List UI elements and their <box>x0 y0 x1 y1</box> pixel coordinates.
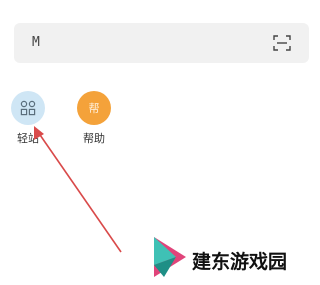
shortcut-bangzhu[interactable]: 帮 帮助 <box>74 91 114 146</box>
shortcut-qingzhan-label: 轻站 <box>17 132 39 145</box>
screen: M 轻站 帮 帮助 建东游戏园 <box>0 0 320 285</box>
qingzhan-icon-circle[interactable] <box>11 91 45 125</box>
watermark: 建东游戏园 <box>150 235 315 280</box>
help-icon-text: 帮 <box>88 102 100 115</box>
scan-icon[interactable] <box>273 34 291 52</box>
watermark-text: 建东游戏园 <box>192 251 288 273</box>
help-icon[interactable]: 帮 <box>77 91 111 125</box>
watermark-logo <box>154 237 186 277</box>
grid-icon <box>20 100 36 116</box>
search-input-text[interactable]: M <box>32 35 40 50</box>
search-bar[interactable]: M <box>14 23 309 63</box>
shortcut-qingzhan[interactable]: 轻站 <box>8 91 48 146</box>
shortcut-bangzhu-label: 帮助 <box>83 132 105 145</box>
